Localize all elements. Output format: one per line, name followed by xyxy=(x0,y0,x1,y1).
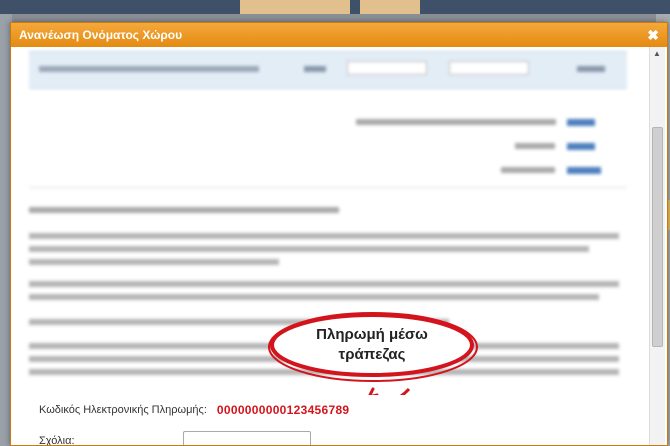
comments-label: Σχόλια: xyxy=(39,435,75,445)
order-row xyxy=(29,51,627,89)
close-icon[interactable]: ✖ xyxy=(647,28,659,42)
dialog-titlebar: Ανανέωση Ονόματος Χώρου ✖ xyxy=(11,23,667,47)
callout-line-2: τράπεζας xyxy=(338,346,406,363)
bank-payment-callout: Πληρωμή μέσω τράπεζας xyxy=(259,309,485,404)
callout-line-1: Πληρωμή μέσω xyxy=(316,326,428,343)
background-tab xyxy=(240,0,350,14)
payment-code-value: 0000000000123456789 xyxy=(216,403,350,417)
callout-text: Πληρωμή μέσω τράπεζας xyxy=(259,325,485,365)
scroll-up-icon[interactable]: ▲ xyxy=(653,49,661,58)
vertical-scrollbar[interactable]: ▲ xyxy=(649,47,665,445)
dialog-content: ▲ Πληρωμή μέσω τράπεζας Κωδικός Ηλεκτρον… xyxy=(11,47,667,445)
dialog-title: Ανανέωση Ονόματος Χώρου xyxy=(19,28,183,42)
background-tab xyxy=(360,0,420,14)
payment-code-label: Κωδικός Ηλεκτρονικής Πληρωμής: xyxy=(39,404,207,416)
payment-code-row: Κωδικός Ηλεκτρονικής Πληρωμής: 000000000… xyxy=(39,403,349,417)
scroll-thumb[interactable] xyxy=(652,127,663,347)
comments-row: Σχόλια: xyxy=(39,431,639,445)
comments-input[interactable] xyxy=(183,431,311,445)
renewal-dialog: Ανανέωση Ονόματος Χώρου ✖ ▲ Πληρωμή μέσω… xyxy=(10,22,668,446)
